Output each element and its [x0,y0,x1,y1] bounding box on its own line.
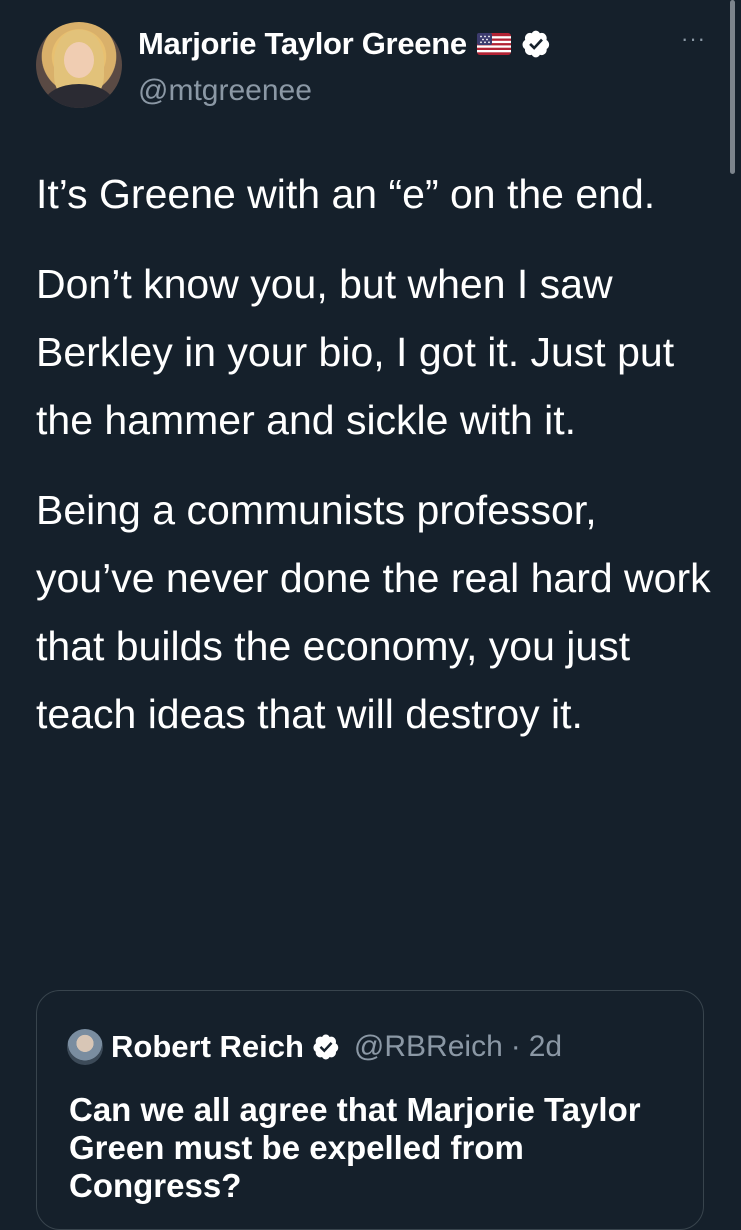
quoted-tweet-text: Can we all agree that Marjorie Taylor Gr… [69,1091,641,1204]
author-name[interactable]: Marjorie Taylor Greene [138,26,467,62]
avatar-shirt [44,84,114,108]
tweet-body: It’s Greene with an “e” on the end. Don’… [36,160,726,770]
quoted-author-avatar [67,1029,103,1065]
tweet-paragraph: Don’t know you, but when I saw Berkley i… [36,261,675,443]
scrollbar[interactable] [730,0,735,174]
us-flag-icon [476,33,511,55]
quoted-author-handle: @RBReich [353,1030,503,1063]
tweet-paragraph: It’s Greene with an “e” on the end. [36,171,656,217]
verified-badge-icon [522,30,549,58]
tweet-header: Marjorie Taylor Greene @mtgreenee ··· [36,22,716,112]
more-options-icon[interactable]: ··· [681,26,706,52]
author-avatar[interactable] [36,22,122,108]
quoted-tweet-time: 2d [528,1030,563,1063]
author-name-row: Marjorie Taylor Greene [138,26,551,62]
quoted-tweet[interactable]: Robert Reich @RBReich · 2d Can we all ag… [36,990,704,1230]
separator-dot: · [510,1030,521,1063]
verified-badge-icon [313,1034,339,1060]
avatar-face [64,42,94,78]
author-handle[interactable]: @mtgreenee [138,74,312,108]
quoted-author-name: Robert Reich [111,1029,304,1064]
quoted-tweet-header: Robert Reich @RBReich · 2d [67,1029,562,1065]
tweet-paragraph: Being a communists professor, you’ve nev… [36,487,711,737]
